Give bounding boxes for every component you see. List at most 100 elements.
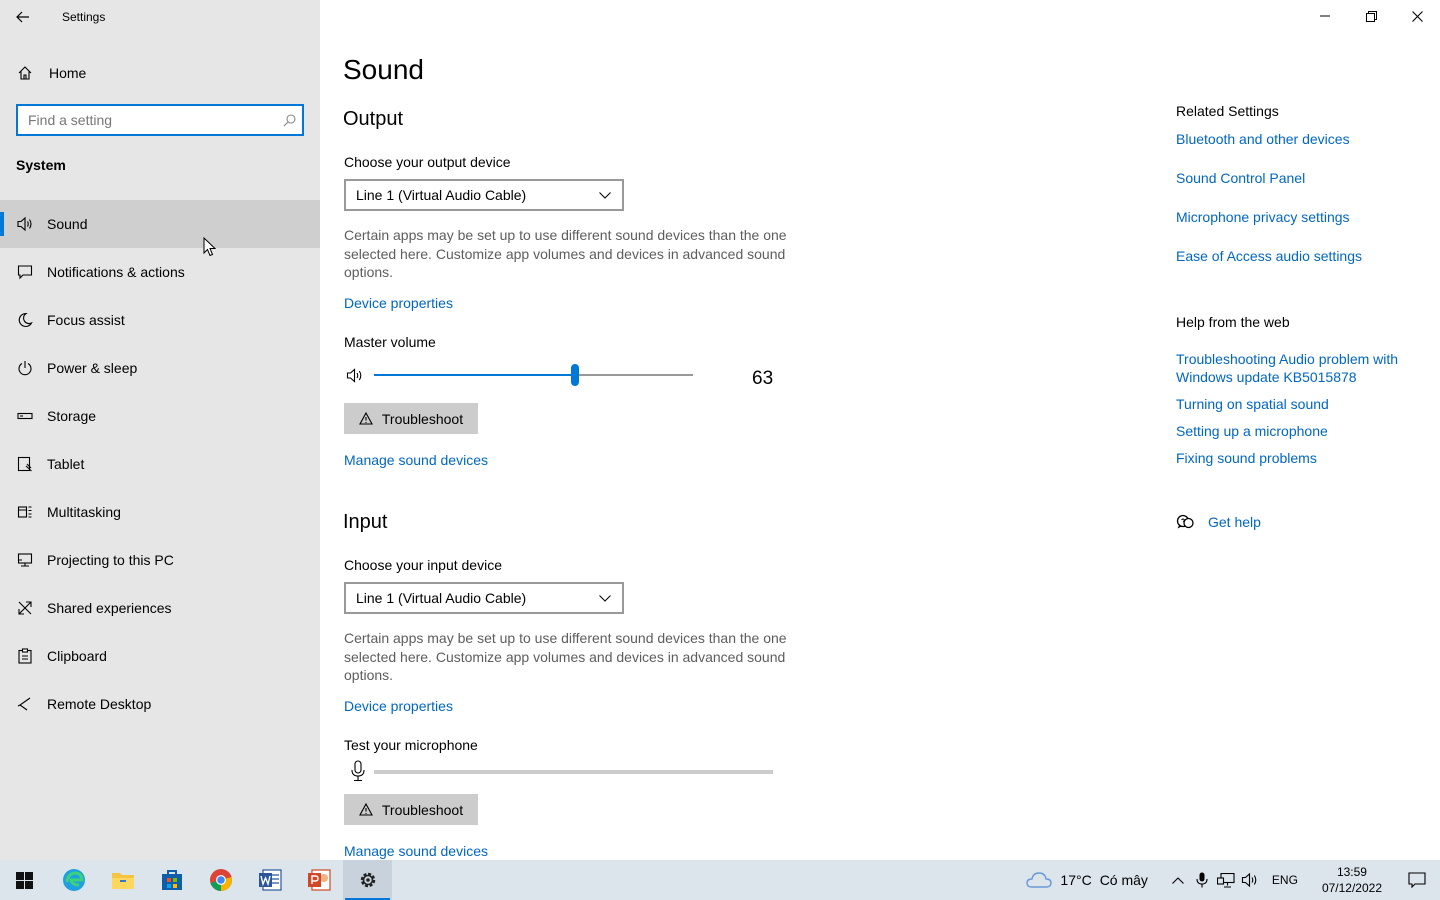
- weather-widget[interactable]: 17°C Có mây: [1026, 872, 1148, 888]
- output-device-dropdown[interactable]: Line 1 (Virtual Audio Cable): [344, 179, 624, 211]
- word-icon: [258, 869, 282, 891]
- sidebar-item-label: Focus assist: [47, 312, 125, 328]
- taskbar-word[interactable]: [245, 860, 294, 900]
- sidebar-item-power-sleep[interactable]: Power & sleep: [0, 344, 320, 392]
- related-link-ease-of-access[interactable]: Ease of Access audio settings: [1176, 247, 1362, 265]
- input-description: Certain apps may be set up to use differ…: [344, 630, 787, 683]
- sidebar-item-label: Notifications & actions: [47, 264, 185, 280]
- powerpoint-icon: [307, 869, 331, 891]
- input-heading: Input: [343, 511, 388, 533]
- taskbar-file-explorer[interactable]: [98, 860, 147, 900]
- search-input[interactable]: [28, 112, 276, 128]
- taskbar-edge[interactable]: [49, 860, 98, 900]
- start-button[interactable]: [0, 860, 49, 900]
- button-label: Troubleshoot: [381, 410, 464, 427]
- back-button[interactable]: [0, 0, 46, 34]
- sidebar-item-focus-assist[interactable]: Focus assist: [0, 296, 320, 344]
- sidebar-item-tablet[interactable]: Tablet: [0, 440, 320, 488]
- output-device-value: Line 1 (Virtual Audio Cable): [356, 187, 527, 203]
- help-link-troubleshooting-audio[interactable]: Troubleshooting Audio problem with Windo…: [1176, 350, 1426, 386]
- warning-icon: [358, 803, 373, 816]
- help-heading: Help from the web: [1176, 314, 1290, 330]
- chevron-up-icon: [1172, 876, 1184, 884]
- sidebar-item-label: Clipboard: [47, 648, 107, 664]
- mouse-cursor-icon: [203, 237, 217, 257]
- sidebar-item-remote-desktop[interactable]: Remote Desktop: [0, 680, 320, 728]
- taskbar-powerpoint[interactable]: [294, 860, 343, 900]
- clock-date: 07/12/2022: [1321, 881, 1382, 895]
- sidebar-item-label: Home: [49, 65, 87, 81]
- volume-value: 63: [752, 368, 774, 389]
- microphone-level-bar: [374, 770, 773, 774]
- language-indicator[interactable]: ENG: [1272, 873, 1298, 887]
- sidebar-item-notifications[interactable]: Notifications & actions: [0, 248, 320, 296]
- taskbar: 17°C Có mây ENG 13:59 07/12/2022: [0, 860, 1440, 900]
- help-link-spatial-sound[interactable]: Turning on spatial sound: [1176, 395, 1329, 413]
- sidebar-item-storage[interactable]: Storage: [0, 392, 320, 440]
- sidebar-item-clipboard[interactable]: Clipboard: [0, 632, 320, 680]
- sidebar-item-projecting[interactable]: Projecting to this PC: [0, 536, 320, 584]
- input-device-value: Line 1 (Virtual Audio Cable): [356, 590, 527, 606]
- moon-icon: [16, 311, 34, 329]
- sidebar-item-label: Multitasking: [47, 504, 121, 520]
- sidebar-item-label: Power & sleep: [47, 360, 138, 376]
- related-link-bluetooth[interactable]: Bluetooth and other devices: [1176, 130, 1350, 148]
- taskbar-store[interactable]: [147, 860, 196, 900]
- message-icon: [16, 263, 34, 281]
- projecting-icon: [16, 551, 34, 569]
- action-center-button[interactable]: [1394, 860, 1440, 900]
- gear-icon: [360, 872, 375, 888]
- clock[interactable]: 13:59 07/12/2022: [1322, 864, 1382, 896]
- output-description: Certain apps may be set up to use differ…: [344, 227, 787, 280]
- show-hidden-icons-button[interactable]: [1166, 876, 1190, 884]
- sidebar-item-label: Shared experiences: [47, 600, 172, 616]
- volume-slider[interactable]: [374, 364, 693, 386]
- volume-icon[interactable]: [346, 367, 365, 384]
- sidebar-item-label: Storage: [47, 408, 97, 424]
- folder-icon: [111, 873, 134, 889]
- output-troubleshoot-button[interactable]: Troubleshoot: [344, 403, 478, 434]
- tray-network[interactable]: [1214, 872, 1238, 888]
- home-icon: [18, 66, 32, 80]
- help-link-microphone[interactable]: Setting up a microphone: [1176, 422, 1328, 440]
- microphone-icon: [1196, 872, 1208, 888]
- related-link-microphone-privacy[interactable]: Microphone privacy settings: [1176, 208, 1350, 226]
- input-manage-devices-link[interactable]: Manage sound devices: [344, 843, 488, 859]
- get-help[interactable]: Get help: [1176, 514, 1261, 530]
- clipboard-icon: [16, 647, 34, 665]
- weather-condition: Có mây: [1099, 872, 1148, 888]
- related-link-sound-control-panel[interactable]: Sound Control Panel: [1176, 169, 1305, 187]
- input-troubleshoot-button[interactable]: Troubleshoot: [344, 794, 478, 825]
- cloud-icon: [1026, 872, 1053, 888]
- taskbar-chrome[interactable]: [196, 860, 245, 900]
- get-help-label: Get help: [1208, 514, 1261, 530]
- microphone-test-row: [348, 760, 778, 784]
- warning-icon: [358, 412, 373, 425]
- output-manage-devices-link[interactable]: Manage sound devices: [344, 452, 488, 468]
- sidebar-nav: Sound Notifications & actions Focus assi…: [0, 200, 320, 728]
- weather-temperature: 17°C: [1060, 872, 1092, 888]
- store-icon: [161, 870, 182, 890]
- notification-icon: [1408, 872, 1426, 888]
- app-title: Settings: [62, 10, 106, 24]
- edge-icon: [62, 869, 85, 891]
- title-bar: Settings: [0, 0, 320, 34]
- main-content: Sound Output Choose your output device L…: [320, 0, 1440, 860]
- tray-volume[interactable]: [1238, 872, 1262, 888]
- test-microphone-label: Test your microphone: [344, 737, 478, 753]
- sidebar-item-label: Sound: [47, 216, 88, 232]
- taskbar-settings[interactable]: [343, 860, 392, 900]
- sidebar-item-sound[interactable]: Sound: [0, 200, 320, 248]
- volume-slider-thumb[interactable]: [570, 364, 579, 386]
- output-device-properties-link[interactable]: Device properties: [344, 295, 453, 311]
- tray-microphone[interactable]: [1190, 872, 1214, 888]
- sidebar-item-home[interactable]: Home: [0, 58, 320, 88]
- search-box[interactable]: [16, 104, 304, 136]
- input-device-dropdown[interactable]: Line 1 (Virtual Audio Cable): [344, 582, 624, 614]
- input-device-properties-link[interactable]: Device properties: [344, 698, 453, 714]
- help-link-fixing-sound[interactable]: Fixing sound problems: [1176, 449, 1317, 467]
- search-icon[interactable]: [276, 113, 302, 127]
- sidebar-item-shared-experiences[interactable]: Shared experiences: [0, 584, 320, 632]
- output-heading: Output: [343, 108, 404, 130]
- sidebar-item-multitasking[interactable]: Multitasking: [0, 488, 320, 536]
